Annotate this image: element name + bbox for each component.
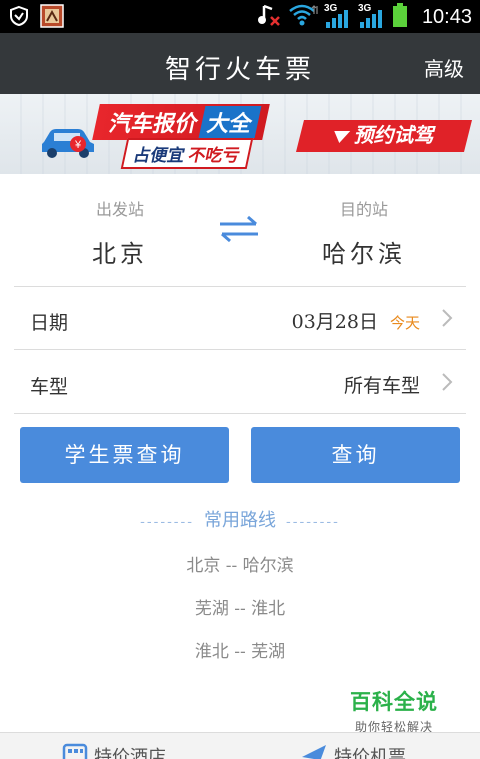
route-item[interactable]: 芜湖 -- 淮北 (0, 594, 480, 619)
date-row[interactable]: 日期 03月28日 今天 (14, 286, 466, 349)
route-item[interactable]: 北京 -- 哈尔滨 (0, 551, 480, 576)
swap-stations-icon[interactable] (216, 214, 262, 244)
to-station-label: 目的站 (339, 200, 388, 219)
bottom-tab-bar: 特价酒店 特价机票 (0, 732, 480, 759)
wifi-icon (288, 2, 318, 32)
banner-cta-button[interactable]: 预约试驾 (296, 120, 472, 152)
from-station[interactable]: 出发站 北京 (40, 196, 200, 269)
from-station-label: 出发站 (95, 200, 144, 219)
car-badge: ¥ (74, 139, 82, 151)
watermark-logo: 百科全说 助你轻松解决 (334, 680, 454, 736)
train-type-value: 所有车型 (343, 375, 420, 397)
train-type-row[interactable]: 车型 所有车型 (14, 350, 466, 413)
signal-icon-secondary: 3G (358, 3, 386, 30)
advanced-button[interactable]: 高级 (424, 53, 464, 82)
banner-subline: 占便宜不吃亏 (120, 138, 254, 169)
title-dashes-left: -------- (140, 514, 194, 530)
app-header: 智行火车票 高级 (0, 33, 480, 94)
search-button[interactable]: 查询 (251, 427, 460, 483)
plane-icon (302, 745, 326, 759)
chevron-right-icon (442, 309, 453, 327)
status-time: 10:43 (421, 5, 472, 28)
to-station[interactable]: 目的站 哈尔滨 (284, 196, 444, 269)
tab-flight[interactable]: 特价机票 (300, 743, 406, 759)
triangle-icon (331, 130, 351, 143)
signal-icon: 3G (324, 3, 352, 30)
to-station-value: 哈尔滨 (322, 240, 406, 268)
page-title: 智行火车票 (164, 55, 315, 85)
station-selector: 出发站 北京 目的站 哈尔滨 (0, 174, 480, 286)
app-thumbnail-icon (40, 4, 64, 32)
route-item[interactable]: 淮北 -- 芜湖 (0, 637, 480, 662)
title-dashes-right: -------- (286, 514, 340, 530)
battery-icon (392, 2, 408, 32)
banner-headline: 汽车报价 大全 (92, 104, 270, 140)
shield-icon (8, 5, 30, 31)
today-badge: 今天 (389, 314, 420, 332)
date-value: 03月28日 今天 (291, 311, 420, 333)
chevron-right-icon (442, 373, 453, 391)
from-station-value: 北京 (92, 240, 148, 268)
hotel-icon (62, 743, 88, 759)
music-muted-icon (256, 2, 282, 32)
ad-banner[interactable]: ¥ 汽车报价 大全 占便宜不吃亏 预约试驾 (0, 94, 480, 174)
status-bar: 3G 3G 10:43 (0, 0, 480, 33)
date-label: 日期 (30, 312, 69, 334)
car-icon: ¥ (42, 129, 94, 158)
train-type-label: 车型 (30, 376, 69, 398)
tab-hotel[interactable]: 特价酒店 (62, 743, 166, 759)
frequent-routes-title: -------- 常用路线 -------- (140, 510, 340, 531)
student-ticket-search-button[interactable]: 学生票查询 (20, 427, 229, 483)
divider (14, 413, 466, 414)
